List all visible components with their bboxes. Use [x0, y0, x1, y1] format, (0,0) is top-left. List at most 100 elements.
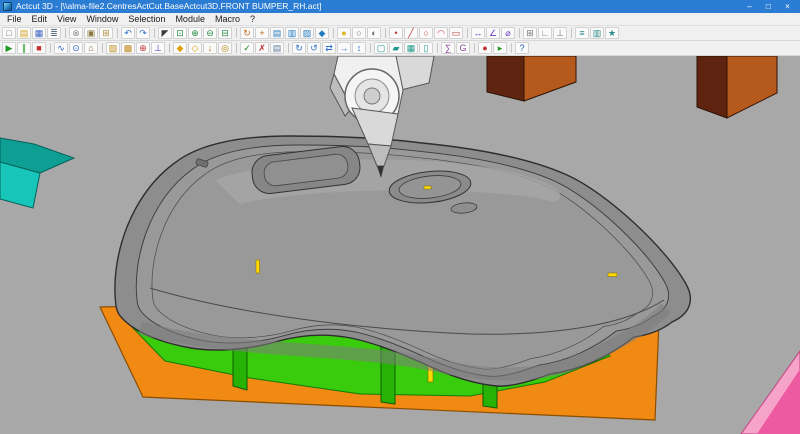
toolbar-separator: [117, 28, 118, 38]
shaded-mode-icon: ●: [341, 28, 346, 38]
layers-button[interactable]: ≡: [575, 27, 589, 39]
maximize-button[interactable]: □: [759, 0, 778, 13]
print-button[interactable]: ≣: [47, 27, 61, 39]
view-side-button[interactable]: ▨: [300, 27, 314, 39]
shaded-mode-button[interactable]: ●: [337, 27, 351, 39]
save-file-icon: ▦: [35, 28, 44, 38]
draw-line-icon: ╱: [408, 28, 413, 38]
menu-selection[interactable]: Selection: [123, 13, 170, 25]
nc-code-button[interactable]: G: [456, 42, 470, 54]
help-button[interactable]: ?: [515, 42, 529, 54]
menu-window[interactable]: Window: [81, 13, 123, 25]
mesh-icon: ▦: [407, 43, 416, 53]
toolbar-separator: [102, 43, 103, 53]
robot-flange-hub: [364, 88, 380, 104]
grid-toggle-button[interactable]: ⊞: [523, 27, 537, 39]
section-button[interactable]: ▯: [419, 42, 433, 54]
simulate-pause-button[interactable]: ∥: [17, 42, 31, 54]
zoom-in-button[interactable]: ⊕: [188, 27, 202, 39]
menu-module[interactable]: Module: [170, 13, 210, 25]
menu-edit[interactable]: Edit: [27, 13, 53, 25]
rotate-x-button[interactable]: ↻: [292, 42, 306, 54]
undo-button[interactable]: ↶: [121, 27, 135, 39]
wireframe-mode-button[interactable]: ○: [352, 27, 366, 39]
macro-play-button[interactable]: ▸: [493, 42, 507, 54]
measure-angle-button[interactable]: ∠: [486, 27, 500, 39]
properties-button[interactable]: ▥: [590, 27, 604, 39]
contouring-icon: ◎: [221, 43, 229, 53]
zoom-out-button[interactable]: ⊖: [203, 27, 217, 39]
redo-button[interactable]: ↷: [136, 27, 150, 39]
machine-setup-button[interactable]: ⌂: [84, 42, 98, 54]
menu-macro[interactable]: Macro: [210, 13, 245, 25]
draw-rect-button[interactable]: ▭: [449, 27, 463, 39]
boundary-button[interactable]: ▢: [374, 42, 388, 54]
axes-button[interactable]: ⊥: [151, 42, 165, 54]
drilling-button[interactable]: ↓: [203, 42, 217, 54]
coordinate-system-button[interactable]: ⊥: [553, 27, 567, 39]
contouring-button[interactable]: ◎: [218, 42, 232, 54]
pan-view-button[interactable]: +: [255, 27, 269, 39]
post-processor-button[interactable]: ∑: [441, 42, 455, 54]
view-iso-button[interactable]: ◆: [315, 27, 329, 39]
view-front-icon: ▥: [288, 28, 297, 38]
simulate-stop-button[interactable]: ■: [32, 42, 46, 54]
collision-check-button[interactable]: ✗: [255, 42, 269, 54]
tool-library-button[interactable]: ⊙: [69, 42, 83, 54]
zoom-window-button[interactable]: ⊟: [218, 27, 232, 39]
hidden-line-mode-button[interactable]: ◐: [367, 27, 381, 39]
draw-circle-button[interactable]: ○: [419, 27, 433, 39]
fixture-button[interactable]: ▩: [121, 42, 135, 54]
snap-toggle-button[interactable]: ∟: [538, 27, 552, 39]
simulate-play-button[interactable]: ▶: [2, 42, 16, 54]
verify-button[interactable]: ✓: [240, 42, 254, 54]
copy-button[interactable]: ▣: [84, 27, 98, 39]
mirror-icon: ⇄: [325, 43, 333, 53]
origin-button[interactable]: ⊕: [136, 42, 150, 54]
minimize-button[interactable]: –: [740, 0, 759, 13]
menu-file[interactable]: File: [2, 13, 27, 25]
new-file-icon: □: [6, 28, 11, 38]
menu-help[interactable]: ?: [245, 13, 260, 25]
toolbar-separator: [370, 43, 371, 53]
mesh-button[interactable]: ▦: [404, 42, 418, 54]
save-file-button[interactable]: ▦: [32, 27, 46, 39]
toolpath-button[interactable]: ∿: [54, 42, 68, 54]
draw-point-button[interactable]: •: [389, 27, 403, 39]
mirror-button[interactable]: ⇄: [322, 42, 336, 54]
draw-arc-button[interactable]: ◠: [434, 27, 448, 39]
roughing-button[interactable]: ◆: [173, 42, 187, 54]
measure-distance-button[interactable]: ↔: [471, 27, 485, 39]
rotate-view-button[interactable]: ↻: [240, 27, 254, 39]
origin-icon: ⊕: [139, 43, 147, 53]
move-button[interactable]: →: [337, 42, 351, 54]
zoom-fit-button[interactable]: ⊡: [173, 27, 187, 39]
rotate-x-icon: ↻: [295, 43, 303, 53]
report-button[interactable]: ▤: [270, 42, 284, 54]
stock-button[interactable]: ▧: [106, 42, 120, 54]
yellow-marker: [256, 260, 260, 273]
machine-setup-icon: ⌂: [88, 43, 93, 53]
viewport-canvas[interactable]: [0, 56, 800, 434]
view-top-button[interactable]: ▤: [270, 27, 284, 39]
draw-line-button[interactable]: ╱: [404, 27, 418, 39]
surface-button[interactable]: ▰: [389, 42, 403, 54]
viewport-3d[interactable]: [0, 56, 800, 434]
cut-button[interactable]: ⊗: [69, 27, 83, 39]
toolbar-separator: [571, 28, 572, 38]
print-icon: ≣: [50, 28, 58, 38]
measure-diameter-button[interactable]: ⌀: [501, 27, 515, 39]
view-front-button[interactable]: ▥: [285, 27, 299, 39]
app-window: Actcut 3D - [\\alma-file2.CentresActCut.…: [0, 0, 800, 434]
resize-button[interactable]: ↕: [352, 42, 366, 54]
menu-view[interactable]: View: [52, 13, 81, 25]
select-button[interactable]: ◤: [158, 27, 172, 39]
rotate-y-button[interactable]: ↺: [307, 42, 321, 54]
macro-record-button[interactable]: ●: [478, 42, 492, 54]
close-button[interactable]: ×: [778, 0, 797, 13]
paste-button[interactable]: ⊞: [99, 27, 113, 39]
options-button[interactable]: ★: [605, 27, 619, 39]
finishing-button[interactable]: ◇: [188, 42, 202, 54]
open-file-button[interactable]: ▤: [17, 27, 31, 39]
new-file-button[interactable]: □: [2, 27, 16, 39]
